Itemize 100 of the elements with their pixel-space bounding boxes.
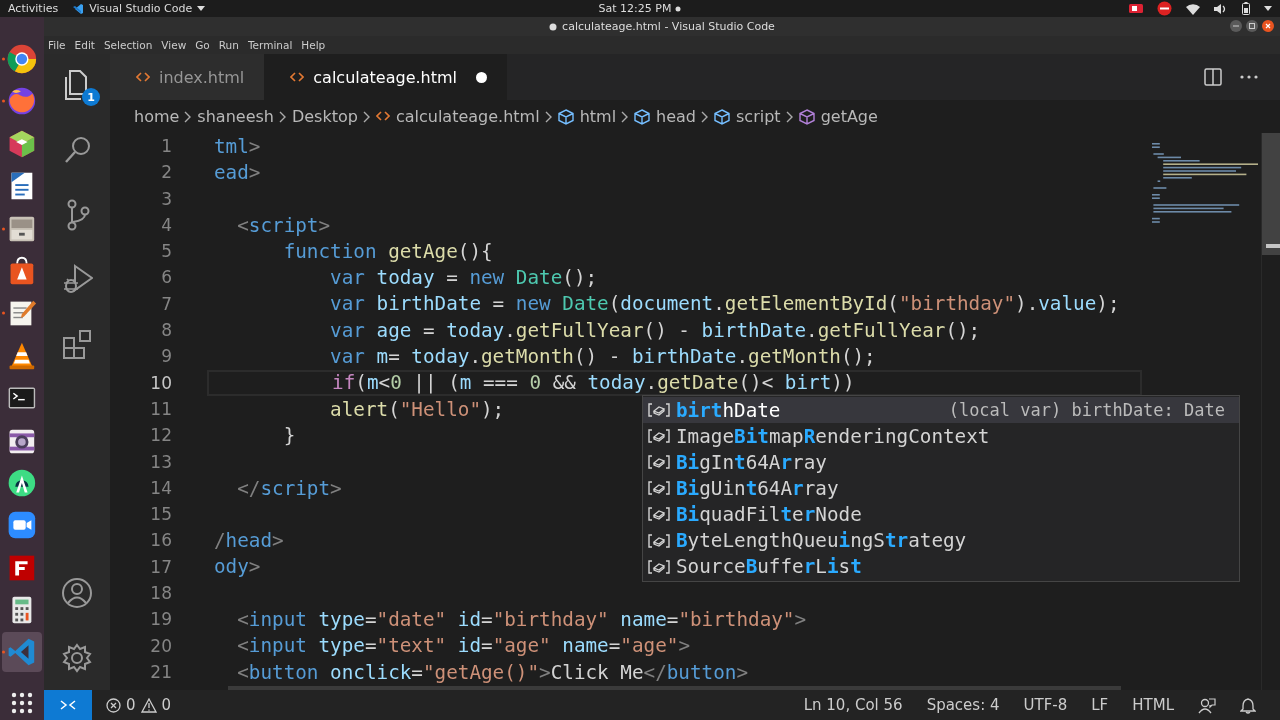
suggestion-item[interactable]: birthDate (local var) birthDate: Date	[643, 397, 1239, 424]
line-number: 16	[150, 529, 172, 553]
clock[interactable]: Sat 12:25 PM	[598, 2, 672, 15]
line-number: 10	[150, 371, 172, 395]
breadcrumb-item[interactable]: home	[134, 107, 180, 126]
code-line: }	[283, 423, 296, 447]
menu-item[interactable]: Help	[301, 39, 326, 51]
account-icon[interactable]	[61, 577, 93, 611]
line-number: 13	[150, 450, 172, 474]
line-number: 17	[150, 555, 172, 579]
cube-icon	[557, 108, 574, 125]
line-number: 18	[150, 582, 172, 606]
suggestion-item[interactable]: ByteLengthQueuingStrategy	[643, 527, 1239, 554]
battery-icon[interactable]	[1242, 2, 1250, 15]
app-menu[interactable]: Visual Studio Code	[89, 2, 193, 15]
line-number: 20	[150, 634, 172, 658]
code-line: alert("Hello");	[330, 397, 505, 421]
code-line: /head>	[214, 529, 284, 553]
indentation[interactable]: Spaces: 4	[926, 696, 1000, 714]
line-number: 2	[161, 161, 172, 185]
suggestion-item[interactable]: SourceBufferList	[643, 553, 1239, 580]
caret-down-icon[interactable]	[1264, 5, 1272, 12]
menu-item[interactable]: Run	[218, 39, 239, 51]
bell-icon[interactable]	[1240, 696, 1256, 714]
code-line: tml>	[214, 134, 261, 158]
breadcrumb-item[interactable]: head	[656, 107, 697, 126]
line-number: 21	[150, 660, 172, 684]
variable-icon	[648, 480, 670, 497]
editor-icon	[72, 2, 85, 15]
error-icon	[106, 697, 121, 713]
maximize-button[interactable]	[1246, 20, 1258, 32]
variable-icon	[648, 454, 670, 471]
camera-icon[interactable]	[1129, 3, 1143, 14]
launcher-icon[interactable]	[2, 43, 38, 75]
variable-icon	[648, 532, 670, 549]
cube-icon	[798, 108, 815, 125]
cube-icon	[714, 108, 731, 125]
split-editor-icon[interactable]	[1204, 68, 1222, 86]
menu-item[interactable]: Selection	[103, 39, 153, 51]
menu-item[interactable]: File	[48, 39, 66, 51]
line-number: 7	[161, 292, 172, 316]
code-line: <input type="date" id="birthday" name="birthday">	[237, 608, 807, 631]
remote-button[interactable]	[44, 690, 92, 720]
code-line: var age = today.getFullYear() - birthDate.getFullYear();	[330, 318, 981, 342]
error-count[interactable]: 0	[126, 696, 136, 714]
scrollbar-thumb[interactable]	[1262, 133, 1280, 255]
cursor-position[interactable]: Ln 10, Col 56	[803, 696, 903, 714]
encoding[interactable]: UTF-8	[1023, 696, 1068, 714]
line-number: 14	[150, 476, 172, 500]
caret-down-icon[interactable]	[197, 5, 206, 12]
warning-count[interactable]: 0	[161, 696, 172, 714]
feedback-icon[interactable]	[1198, 696, 1216, 714]
menu-item[interactable]: Go	[195, 39, 210, 51]
breadcrumb-item[interactable]: html	[579, 107, 617, 126]
code-line: var today = new Date();	[330, 266, 598, 290]
suggestion-item[interactable]: BigInt64Array	[643, 449, 1239, 476]
line-number: 15	[150, 503, 172, 527]
line-ending[interactable]: LF	[1091, 696, 1109, 714]
editor-tab[interactable]: index.html	[110, 54, 265, 100]
chevron-right-icon	[544, 110, 553, 123]
code-line: <input type="text" id="age" name="age">	[237, 634, 690, 658]
code-line: if(m<0 || (m === 0 && today.getDate()< birt))	[332, 371, 855, 395]
code-line: <script>	[237, 213, 331, 237]
variable-icon	[648, 558, 670, 575]
breadcrumb-item[interactable]: script	[736, 107, 781, 126]
menu-item[interactable]: Terminal	[247, 39, 293, 51]
breadcrumb-item[interactable]: Desktop	[291, 107, 358, 126]
cube-icon	[634, 108, 651, 125]
volume-icon[interactable]	[1214, 2, 1228, 15]
code-line: ead>	[214, 160, 261, 184]
chevron-right-icon	[278, 110, 287, 123]
chevron-right-icon	[785, 110, 794, 123]
wifi-icon[interactable]	[1186, 2, 1200, 15]
line-number: 9	[161, 345, 172, 369]
activities-button[interactable]: Activities	[8, 2, 59, 15]
close-button[interactable]	[1262, 20, 1274, 32]
line-number: 3	[161, 187, 172, 211]
breadcrumb-item[interactable]: calculateage.html	[395, 107, 540, 126]
breadcrumb-item[interactable]: getAge	[820, 107, 878, 126]
menu-item[interactable]: View	[161, 39, 187, 51]
suggestion-item[interactable]: BigUint64Ar ray	[643, 475, 1239, 502]
no-entry-icon[interactable]	[1157, 1, 1172, 16]
app-grid-icon[interactable]	[11, 692, 33, 714]
minimize-button[interactable]	[1230, 20, 1242, 32]
suggestion-item[interactable]: ImageBitmapRenderingContext	[643, 423, 1239, 450]
window-title: calculateage.html - Visual Studio Code	[562, 20, 775, 33]
extensions-icon[interactable]	[61, 328, 93, 362]
more-icon[interactable]	[1240, 74, 1258, 80]
breadcrumb-item[interactable]: shaneesh	[197, 107, 274, 126]
language-mode[interactable]: HTML	[1132, 696, 1174, 714]
editor-tab[interactable]: calculateage.html	[264, 54, 507, 100]
line-number: 11	[150, 397, 172, 421]
code-line: <button onclick="getAge()">Click Me</button>	[237, 660, 749, 684]
suggestion-item[interactable]: BiquadFilterNode	[643, 501, 1239, 528]
line-number: 1	[161, 135, 172, 158]
menu-item[interactable]: Edit	[74, 39, 95, 51]
chevron-right-icon	[701, 110, 710, 123]
code-line: function getAge(){	[283, 239, 493, 263]
line-number: 19	[150, 608, 172, 632]
chevron-right-icon	[621, 110, 630, 123]
